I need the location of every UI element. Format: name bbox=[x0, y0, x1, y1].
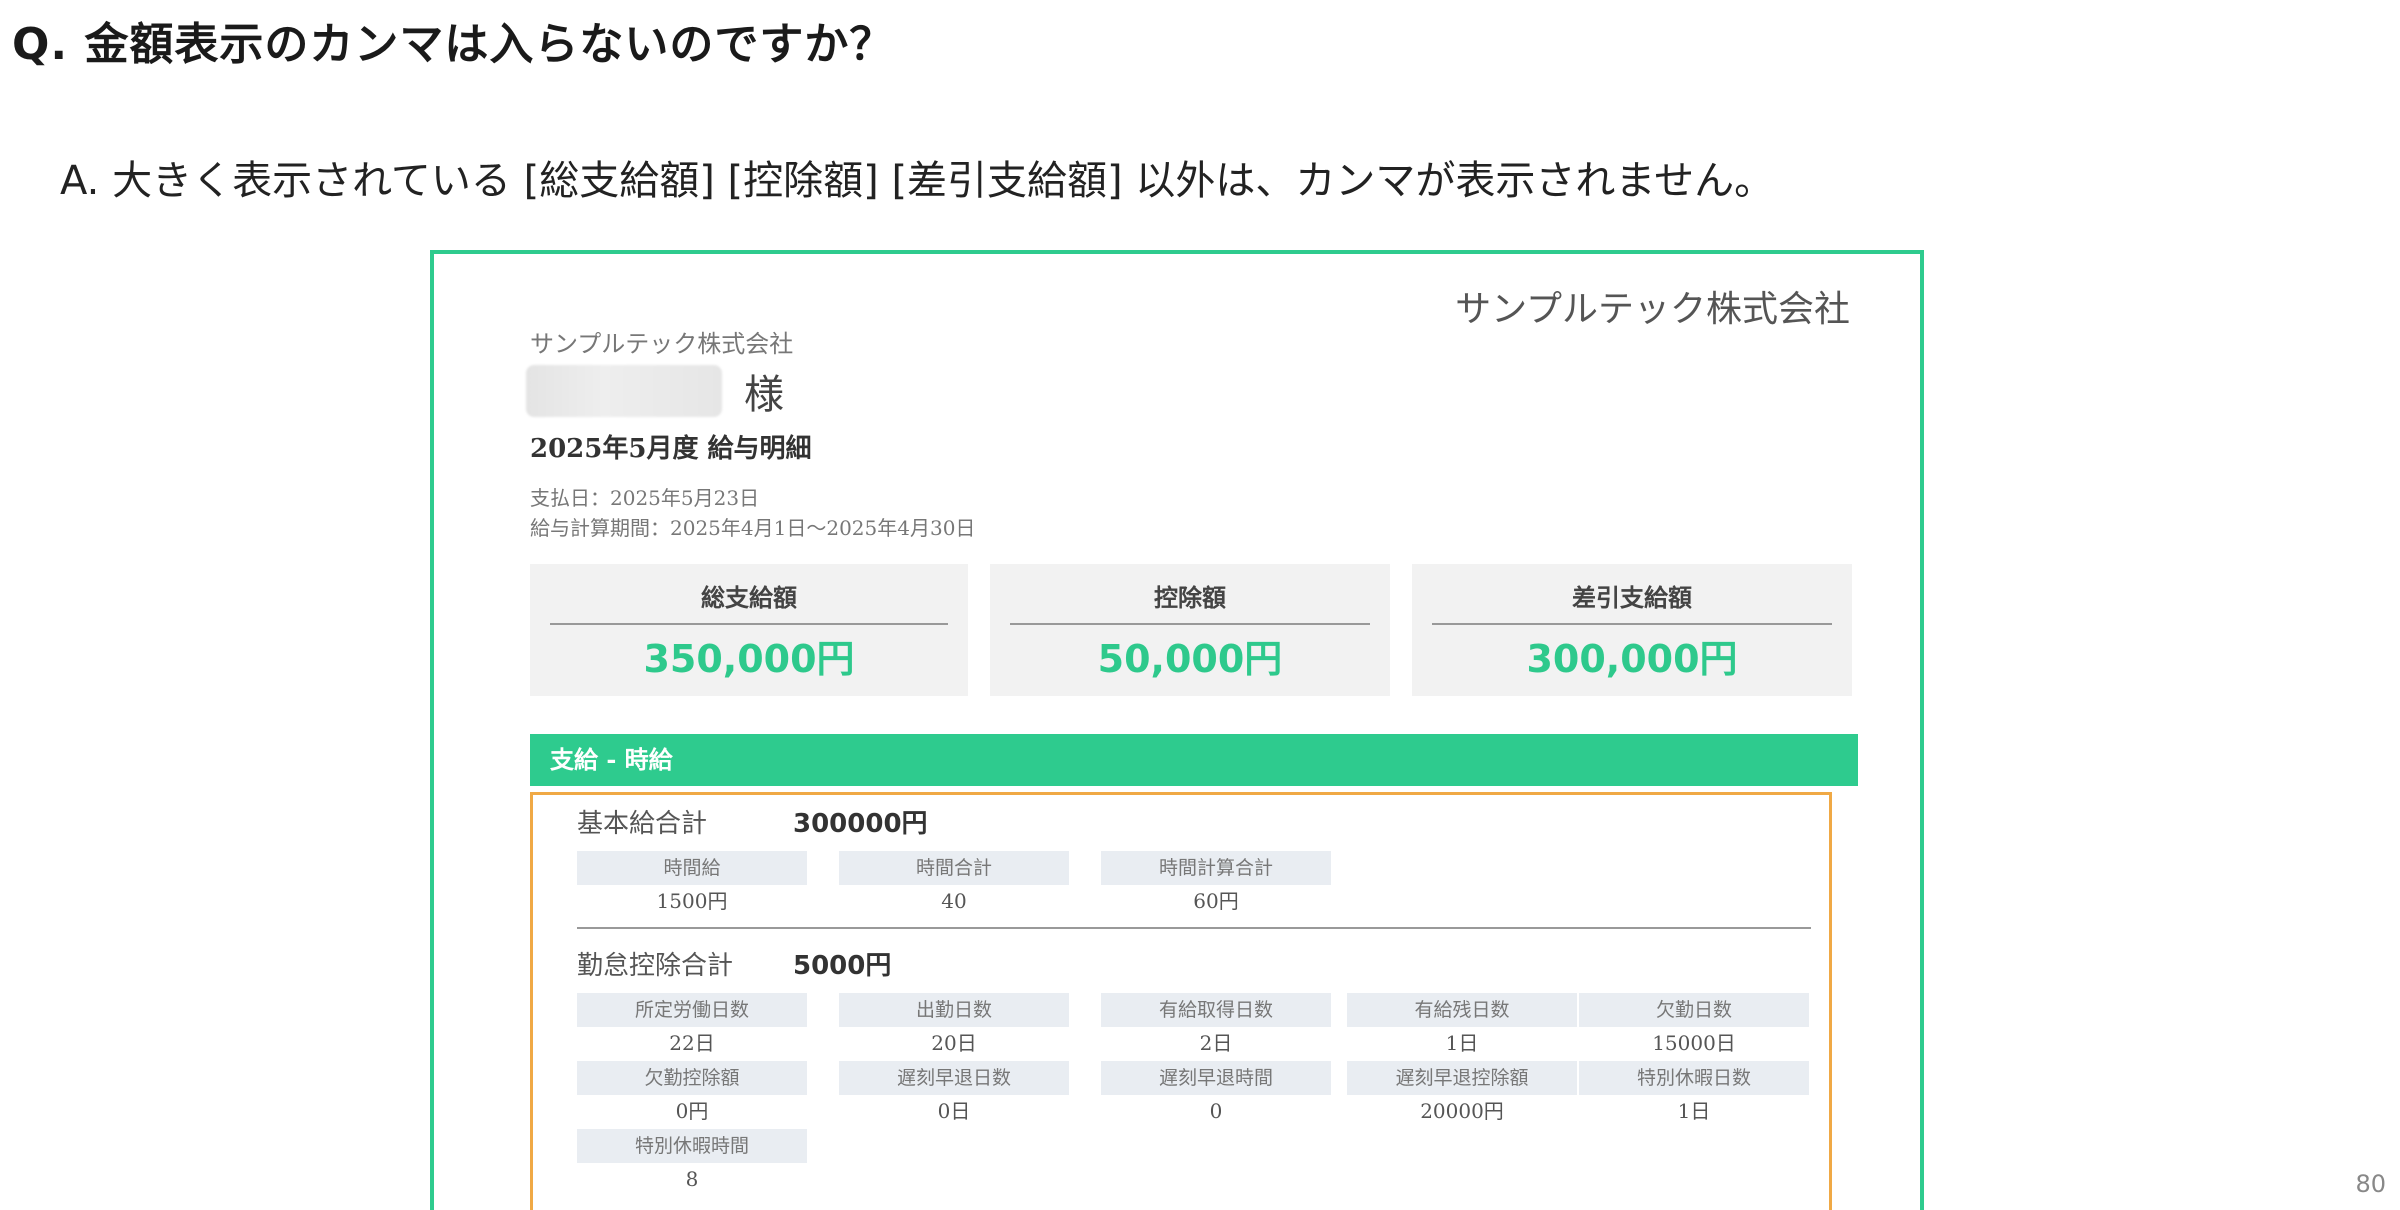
summary-label: 控除額 bbox=[1010, 578, 1370, 625]
section-title-bar: 支給 - 時給 bbox=[530, 734, 1858, 786]
company-name-header: サンプルテック株式会社 bbox=[1455, 289, 1850, 330]
cell-header: 出勤日数 bbox=[839, 993, 1069, 1027]
answer-text: A. 大きく表示されている [総支給額] [控除額] [差引支給額] 以外は、カ… bbox=[60, 158, 1775, 204]
employee-name-row: 様 bbox=[526, 362, 784, 420]
pay-date: 支払日：2025年5月23日 bbox=[530, 486, 760, 510]
cell-header: 遅刻早退時間 bbox=[1101, 1061, 1331, 1095]
cell-value: 1日 bbox=[1445, 1031, 1479, 1055]
cell-value: 8 bbox=[685, 1167, 699, 1191]
summary-net: 差引支給額 300,000円 bbox=[1412, 564, 1852, 696]
cell-header: 時間合計 bbox=[839, 851, 1069, 885]
pay-period: 給与計算期間：2025年4月1日～2025年4月30日 bbox=[530, 516, 976, 540]
cell-header: 欠勤日数 bbox=[1579, 993, 1809, 1027]
company-name: サンプルテック株式会社 bbox=[530, 330, 794, 358]
attendance-cell: 遅刻早退時間 0 bbox=[1101, 1061, 1331, 1127]
attendance-total-value: 5000円 bbox=[793, 951, 892, 981]
attendance-cell: 遅刻早退日数 0日 bbox=[839, 1061, 1069, 1127]
summary-gross: 総支給額 350,000円 bbox=[530, 564, 968, 696]
honorific: 様 bbox=[744, 372, 784, 418]
cell-header: 有給取得日数 bbox=[1101, 993, 1331, 1027]
cell-value: 0日 bbox=[937, 1099, 971, 1123]
cell-value: 1日 bbox=[1677, 1099, 1711, 1123]
attendance-cell: 所定労働日数 22日 bbox=[577, 993, 807, 1059]
page-number: 80 bbox=[2355, 1170, 2386, 1198]
cell-header: 所定労働日数 bbox=[577, 993, 807, 1027]
payslip-title: 2025年5月度 給与明細 bbox=[530, 434, 812, 464]
cell-value: 0 bbox=[1209, 1099, 1223, 1123]
cell-header: 遅刻早退控除額 bbox=[1347, 1061, 1577, 1095]
basic-cell: 時間合計 40 bbox=[839, 851, 1069, 917]
cell-value: 60円 bbox=[1193, 889, 1239, 913]
cell-header: 特別休暇時間 bbox=[577, 1129, 807, 1163]
cell-value: 20000円 bbox=[1420, 1099, 1504, 1123]
attendance-cell: 特別休暇日数 1日 bbox=[1579, 1061, 1809, 1127]
cell-value: 0円 bbox=[675, 1099, 709, 1123]
question-heading: Q. 金額表示のカンマは入らないのですか？ bbox=[12, 19, 895, 70]
summary-deduction: 控除額 50,000円 bbox=[990, 564, 1390, 696]
cell-header: 時間計算合計 bbox=[1101, 851, 1331, 885]
summary-label: 差引支給額 bbox=[1432, 578, 1832, 625]
basic-total-row: 基本給合計 300000円 bbox=[577, 803, 928, 840]
divider bbox=[577, 927, 1811, 929]
attendance-cell: 有給残日数 1日 bbox=[1347, 993, 1577, 1059]
summary-amount: 300,000円 bbox=[1526, 637, 1738, 681]
cell-value: 1500円 bbox=[656, 889, 728, 913]
attendance-cell: 有給取得日数 2日 bbox=[1101, 993, 1331, 1059]
attendance-cell: 特別休暇時間 8 bbox=[577, 1129, 807, 1195]
attendance-total-row: 勤怠控除合計 5000円 bbox=[577, 945, 891, 982]
cell-header: 特別休暇日数 bbox=[1579, 1061, 1809, 1095]
basic-total-value: 300000円 bbox=[793, 809, 928, 839]
basic-cell: 時間給 1500円 bbox=[577, 851, 807, 917]
attendance-cell: 出勤日数 20日 bbox=[839, 993, 1069, 1059]
payslip-screenshot: サンプルテック株式会社 サンプルテック株式会社 様 2025年5月度 給与明細 … bbox=[430, 250, 1924, 1210]
summary-label: 総支給額 bbox=[550, 578, 948, 625]
basic-total-label: 基本給合計 bbox=[577, 809, 708, 839]
cell-value: 2日 bbox=[1199, 1031, 1233, 1055]
summary-amount: 50,000円 bbox=[1097, 637, 1283, 681]
cell-header: 欠勤控除額 bbox=[577, 1061, 807, 1095]
attendance-total-label: 勤怠控除合計 bbox=[577, 951, 734, 981]
attendance-cell: 遅刻早退控除額 20000円 bbox=[1347, 1061, 1577, 1127]
basic-cell: 時間計算合計 60円 bbox=[1101, 851, 1331, 917]
cell-value: 15000日 bbox=[1652, 1031, 1736, 1055]
summary-amount: 350,000円 bbox=[643, 637, 855, 681]
cell-header: 遅刻早退日数 bbox=[839, 1061, 1069, 1095]
attendance-cell: 欠勤日数 15000日 bbox=[1579, 993, 1809, 1059]
cell-value: 40 bbox=[941, 889, 967, 913]
cell-header: 時間給 bbox=[577, 851, 807, 885]
cell-value: 20日 bbox=[931, 1031, 977, 1055]
employee-name-redacted bbox=[526, 365, 722, 417]
cell-value: 22日 bbox=[669, 1031, 715, 1055]
detail-box: 基本給合計 300000円 時間給 1500円 時間合計 40 時間計算合計 6… bbox=[530, 792, 1832, 1210]
attendance-cell: 欠勤控除額 0円 bbox=[577, 1061, 807, 1127]
cell-header: 有給残日数 bbox=[1347, 993, 1577, 1027]
